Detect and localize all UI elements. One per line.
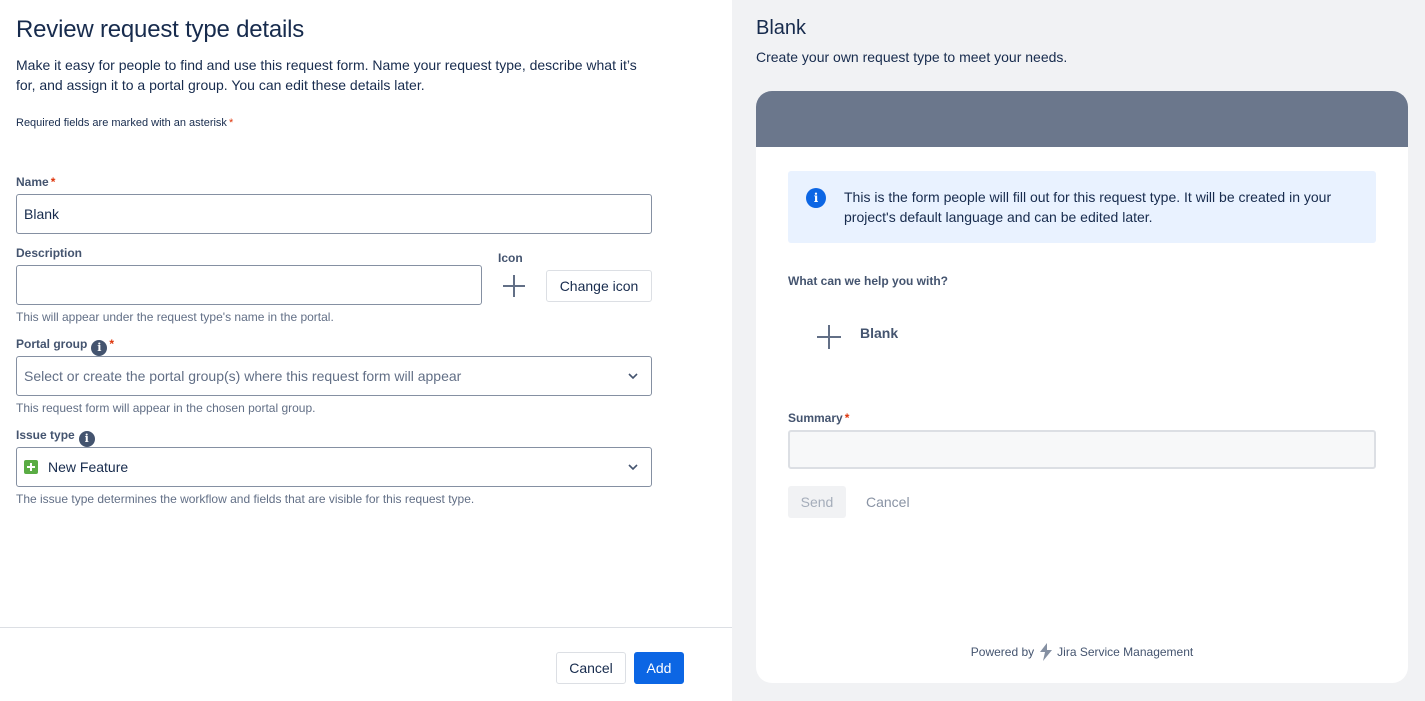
- chevron-down-icon: [628, 464, 638, 471]
- portal-group-info-icon[interactable]: i: [91, 340, 108, 356]
- required-note: Required fields are marked with an aster…: [16, 117, 233, 129]
- summary-label-text: Summary: [788, 411, 843, 425]
- name-input[interactable]: Blank: [16, 194, 652, 234]
- description-label: Description: [16, 246, 83, 260]
- portal-group-label-text: Portal group: [16, 337, 88, 351]
- summary-label: Summary *: [788, 411, 849, 425]
- info-banner-text: This is the form people will fill out fo…: [844, 189, 1332, 225]
- name-label-text: Name: [16, 175, 49, 189]
- request-type-plus-icon: [817, 325, 841, 349]
- issue-type-value: New Feature: [48, 459, 129, 475]
- change-icon-button[interactable]: Change icon: [546, 270, 652, 302]
- request-type-name: Blank: [860, 325, 899, 341]
- add-button[interactable]: Add: [634, 652, 684, 684]
- name-input-value: Blank: [24, 206, 60, 222]
- portal-header-band: [756, 91, 1408, 147]
- powered-by: Powered by Jira Service Management: [756, 643, 1408, 661]
- issue-type-info-icon[interactable]: i: [78, 431, 95, 447]
- preview-cancel-button: Cancel: [866, 494, 910, 510]
- info-banner: i This is the form people will fill out …: [788, 171, 1376, 243]
- issue-type-select[interactable]: New Feature: [16, 447, 652, 487]
- chevron-down-icon: [628, 373, 638, 380]
- request-type-form-panel: Review request type details Make it easy…: [0, 0, 732, 701]
- icon-label: Icon: [498, 251, 523, 265]
- cancel-button[interactable]: Cancel: [556, 652, 626, 684]
- preview-panel: Blank Create your own request type to me…: [732, 0, 1425, 701]
- portal-group-helper: This request form will appear in the cho…: [16, 401, 316, 415]
- brand-name: Jira Service Management: [1057, 645, 1194, 659]
- portal-group-label: Portal group i *: [16, 337, 114, 356]
- name-required-asterisk: *: [50, 175, 56, 189]
- plus-icon: [503, 275, 525, 297]
- portal-group-required-asterisk: *: [109, 337, 115, 351]
- issue-type-helper: The issue type determines the workflow a…: [16, 492, 475, 506]
- summary-input: [788, 430, 1376, 469]
- portal-group-placeholder: Select or create the portal group(s) whe…: [24, 368, 462, 384]
- powered-by-text: Powered by: [970, 645, 1035, 659]
- preview-subtitle: Create your own request type to meet you…: [756, 49, 1068, 65]
- description-input[interactable]: [16, 265, 482, 305]
- portal-preview-card: i This is the form people will fill out …: [756, 91, 1408, 683]
- info-icon: i: [806, 188, 826, 208]
- name-label: Name *: [16, 175, 55, 189]
- page-title: Review request type details: [16, 16, 305, 43]
- preview-title: Blank: [756, 17, 807, 39]
- footer-divider: [0, 627, 732, 628]
- send-button: Send: [788, 486, 846, 518]
- portal-group-select[interactable]: Select or create the portal group(s) whe…: [16, 356, 652, 396]
- description-helper: This will appear under the request type'…: [16, 310, 334, 324]
- jira-service-management-logo-icon: [1040, 643, 1053, 661]
- issue-type-label: Issue type i: [16, 428, 95, 447]
- help-label: What can we help you with?: [788, 274, 949, 288]
- required-note-text: Required fields are marked with an aster…: [16, 117, 227, 129]
- intro-text: Make it easy for people to find and use …: [16, 57, 637, 93]
- issue-type-label-text: Issue type: [16, 428, 75, 442]
- required-asterisk: *: [228, 117, 234, 129]
- summary-required-asterisk: *: [844, 411, 850, 425]
- new-feature-icon: [24, 460, 38, 474]
